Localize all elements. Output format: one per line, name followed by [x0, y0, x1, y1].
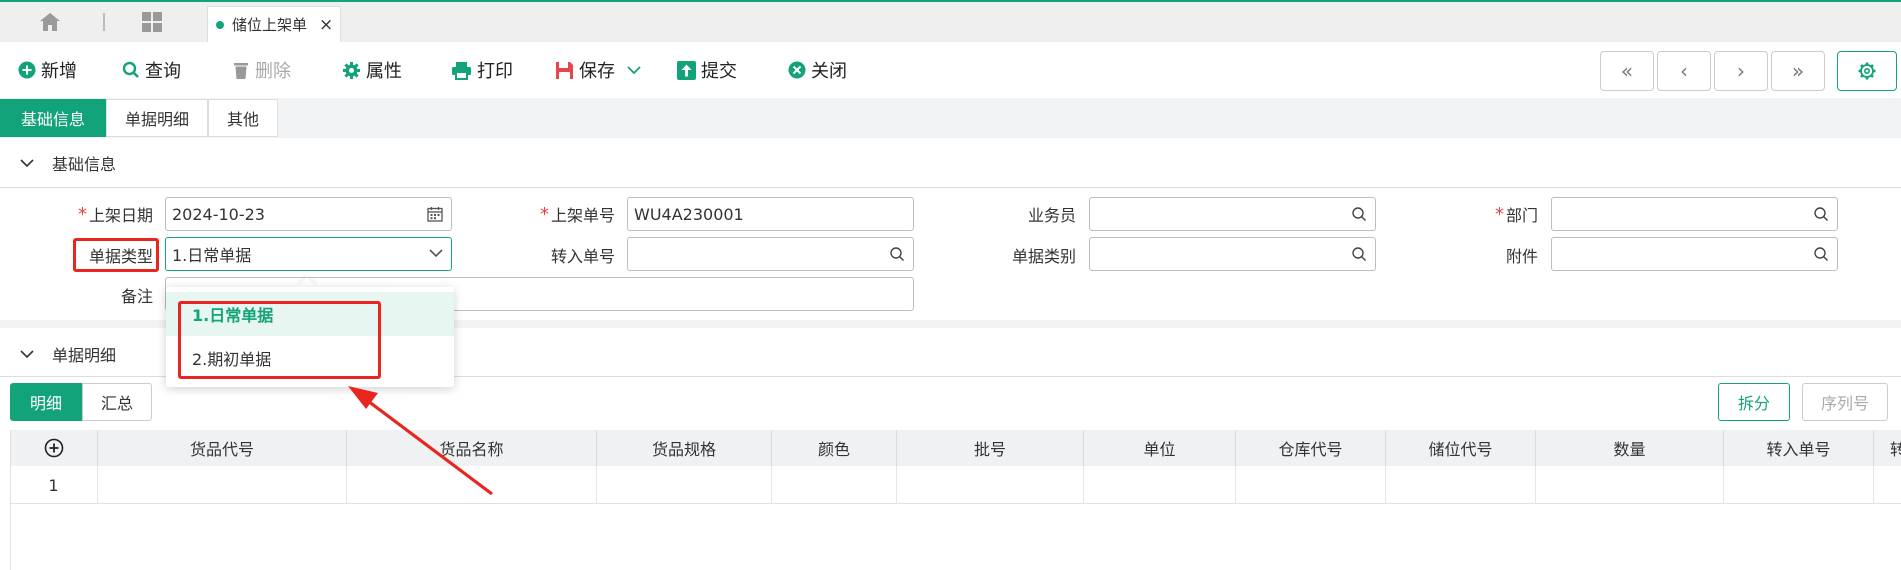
annotation-arrow	[348, 386, 493, 496]
